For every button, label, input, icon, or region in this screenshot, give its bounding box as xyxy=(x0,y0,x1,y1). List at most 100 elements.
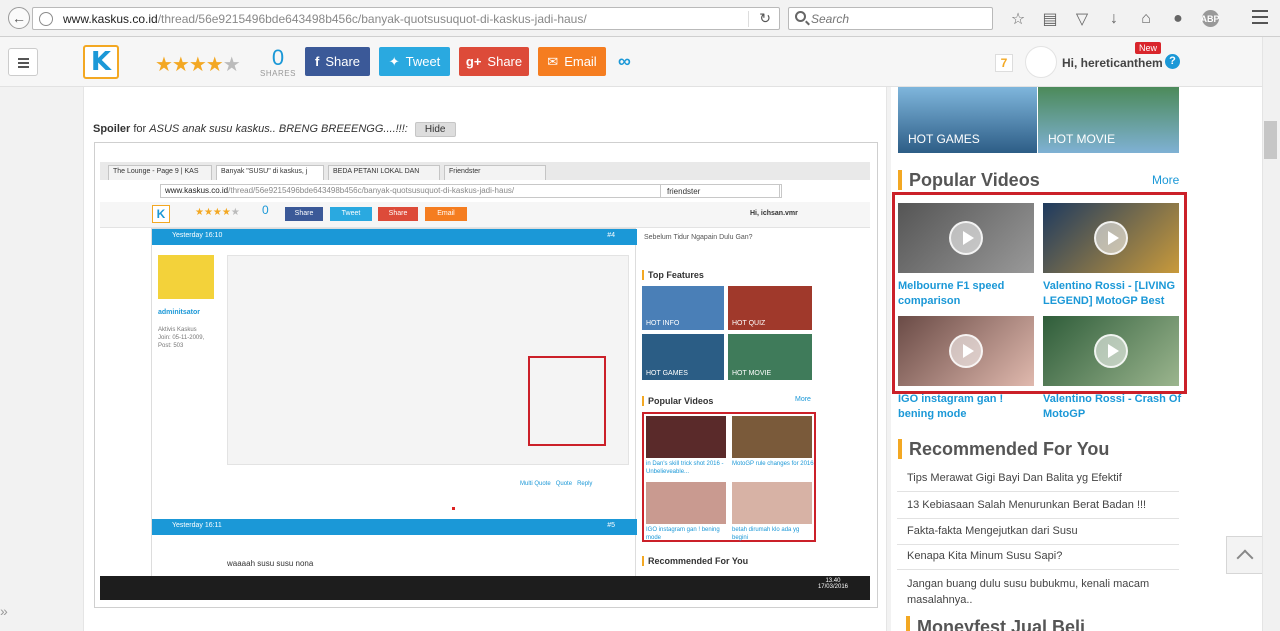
inner-tab: BEDA PETANI LOKAL DAN xyxy=(328,165,440,180)
spoiler-title: ASUS anak susu kaskus.. BRENG BREEENGG..… xyxy=(149,123,408,135)
inner-top-features-title: Top Features xyxy=(642,270,704,280)
inner-username: Hi, ichsan.vmr xyxy=(750,210,798,217)
inner-video-thumb xyxy=(646,482,726,524)
url-text[interactable]: www.kaskus.co.id/thread/56e9215496bde643… xyxy=(63,12,587,26)
envelope-icon: ✉ xyxy=(547,53,559,69)
inner-video-thumb xyxy=(732,482,812,524)
inner-nested-highlight xyxy=(528,356,606,446)
recommended-item[interactable]: Kenapa Kita Minum Susu Sapi? xyxy=(907,550,1179,562)
inner-tab-strip: The Lounge - Page 9 | KAS Banyak "SUSU" … xyxy=(100,162,870,180)
inner-post-number: #4 xyxy=(607,232,615,239)
inner-nested-screenshot xyxy=(227,255,629,465)
home-icon[interactable]: ⌂ xyxy=(1130,8,1162,29)
adblock-icon[interactable]: ABP xyxy=(1194,8,1226,29)
inner-email-button: Email xyxy=(425,207,467,221)
inner-video-highlight: in Dan's skill trick shot 2016 - Unbelie… xyxy=(642,412,816,542)
back-arrow-icon[interactable]: ← xyxy=(8,7,30,29)
globe-icon xyxy=(39,12,53,26)
inner-tab: Banyak "SUSU" di kaskus, j xyxy=(216,165,324,180)
username[interactable]: Hi, hereticanthem xyxy=(1062,56,1163,70)
recommended-item[interactable]: 13 Kebiasaan Salah Menurunkan Berat Bada… xyxy=(907,499,1179,511)
search-input[interactable] xyxy=(811,10,981,27)
scrollbar-thumb[interactable] xyxy=(1264,121,1277,159)
link-icon[interactable]: ∞ xyxy=(618,51,640,73)
play-icon xyxy=(1094,221,1128,255)
hot-movie-label: HOT MOVIE xyxy=(1048,132,1116,146)
reload-icon[interactable]: ↻ xyxy=(759,10,771,27)
inner-video-thumb xyxy=(646,416,726,458)
twitter-icon: ✦ xyxy=(388,53,400,69)
play-icon xyxy=(949,334,983,368)
chat-icon[interactable]: ● xyxy=(1162,8,1194,29)
hide-spoiler-button[interactable]: Hide xyxy=(414,122,456,137)
play-icon xyxy=(1094,334,1128,368)
divider xyxy=(897,544,1179,545)
inner-post-number: #5 xyxy=(607,522,615,529)
video-caption[interactable]: Valentino Rossi - [LIVING LEGEND] MotoGP… xyxy=(1043,279,1183,309)
embedded-screenshot[interactable]: The Lounge - Page 9 | KAS Banyak "SUSU" … xyxy=(100,162,870,600)
bookmark-star-icon[interactable]: ☆ xyxy=(1002,8,1034,29)
video-thumb[interactable] xyxy=(898,203,1034,273)
help-icon[interactable]: ? xyxy=(1165,54,1180,69)
inner-share-count: 0 xyxy=(262,203,269,217)
inner-video-caption: betah dirumah klo ada yg begini xyxy=(732,527,800,541)
pocket-icon[interactable]: ▽ xyxy=(1066,8,1098,29)
divider xyxy=(897,491,1179,492)
inner-poster-meta: Join: 05-11-2009, xyxy=(158,335,205,341)
inner-poster-meta: Post: 503 xyxy=(158,343,184,349)
inner-hot-thumb: HOT INFO xyxy=(642,286,724,330)
recommended-item[interactable]: Tips Merawat Gigi Bayi Dan Balita yg Efe… xyxy=(907,472,1179,484)
url-separator xyxy=(748,11,749,27)
recommended-item[interactable]: Fakta-fakta Mengejutkan dari Susu xyxy=(907,525,1179,537)
address-bar[interactable]: www.kaskus.co.id/thread/56e9215496bde643… xyxy=(32,7,780,30)
inner-taskbar: 13.40 17/03/2016 xyxy=(100,576,870,600)
next-section-title: Moneyfest Jual Beli xyxy=(906,616,1085,631)
toolbar-icons: ☆ ▤ ▽ ↓ ⌂ ● ABP xyxy=(1002,8,1226,29)
rating-stars[interactable]: ★★★★★ xyxy=(155,52,241,77)
avatar[interactable] xyxy=(1025,46,1057,78)
video-thumb[interactable] xyxy=(1043,203,1179,273)
video-caption[interactable]: Melbourne F1 speed comparison xyxy=(898,279,1038,309)
recommended-item[interactable]: Jangan buang dulu susu bubukmu, kenali m… xyxy=(907,576,1179,608)
inner-video-caption: in Dan's skill trick shot 2016 - Unbelie… xyxy=(646,461,724,475)
facebook-share-button[interactable]: f Share xyxy=(305,47,370,76)
notification-count[interactable]: 7 xyxy=(995,54,1013,72)
browser-search-box[interactable] xyxy=(788,7,993,30)
double-chevron-icon[interactable]: » xyxy=(0,603,12,621)
video-caption[interactable]: Valentino Rossi - Crash Of MotoGP xyxy=(1043,392,1183,422)
video-thumb[interactable] xyxy=(1043,316,1179,386)
inner-post-time: Yesterday 16:10 xyxy=(172,232,223,239)
inner-clock: 13.40 17/03/2016 xyxy=(817,578,848,590)
kaskus-logo[interactable]: K xyxy=(83,45,119,79)
inner-recommended-title: Recommended For You xyxy=(642,556,748,566)
inner-post-time: Yesterday 16:11 xyxy=(172,522,222,529)
inner-poster-meta: Aktivis Kaskus xyxy=(158,327,197,333)
reading-list-icon[interactable]: ▤ xyxy=(1034,8,1066,29)
video-thumb[interactable] xyxy=(898,316,1034,386)
scroll-to-top-button[interactable] xyxy=(1226,536,1264,574)
play-icon xyxy=(949,221,983,255)
hamburger-menu-button[interactable] xyxy=(8,48,38,76)
divider xyxy=(897,518,1179,519)
inner-tab: Friendster xyxy=(444,165,546,180)
inner-poster-avatar xyxy=(158,255,214,299)
more-link[interactable]: More xyxy=(1152,173,1179,187)
popular-videos-title: Popular Videos xyxy=(898,170,1040,190)
inner-search: friendster xyxy=(660,184,780,198)
inner-post: Yesterday 16:10 #4 adminitsator Aktivis … xyxy=(151,228,637,577)
inner-post-header: Yesterday 16:10 #4 xyxy=(152,229,637,245)
gplus-share-button[interactable]: g+ Share xyxy=(459,47,529,76)
download-icon[interactable]: ↓ xyxy=(1098,8,1130,29)
share-count-label: SHARES xyxy=(260,69,296,78)
hot-games-tile[interactable]: HOT GAMES xyxy=(898,87,1037,153)
inner-more-link: More xyxy=(795,396,811,403)
share-count: 0 SHARES xyxy=(258,47,298,79)
video-caption[interactable]: IGO instagram gan ! bening mode xyxy=(898,392,1038,422)
browser-menu-icon[interactable] xyxy=(1252,10,1268,24)
twitter-tweet-button[interactable]: ✦ Tweet xyxy=(379,47,450,76)
spoiler-label: Spoiler xyxy=(93,123,131,135)
inner-rating-stars: ★★★★★ xyxy=(195,207,240,218)
hot-movie-tile[interactable]: HOT MOVIE xyxy=(1038,87,1179,153)
email-share-button[interactable]: ✉ Email xyxy=(538,47,606,76)
inner-gplus-button: Share xyxy=(378,207,418,221)
